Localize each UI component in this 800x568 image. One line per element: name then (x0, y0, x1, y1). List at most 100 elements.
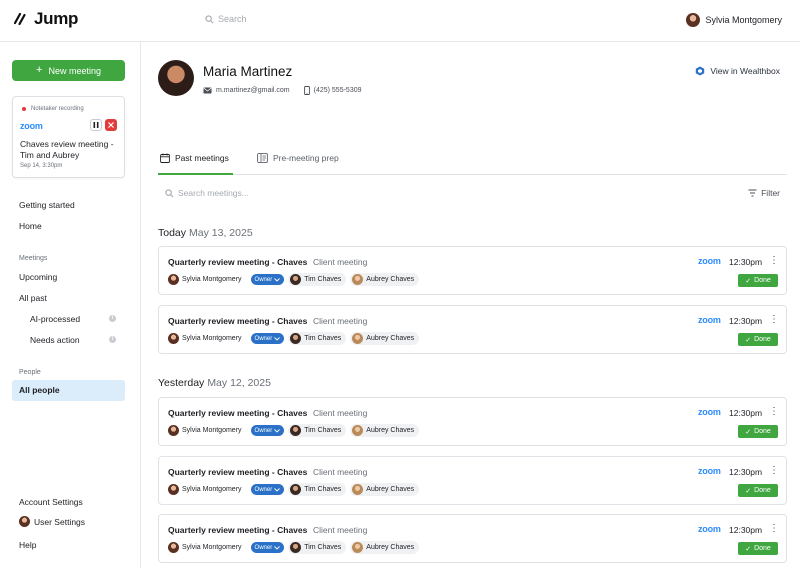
more-options-icon[interactable]: ⋮ (769, 466, 779, 476)
status-label: Done (754, 428, 771, 435)
profile-phone[interactable]: (425) 555-5309 (303, 86, 362, 95)
chevron-down-icon (274, 336, 281, 341)
attendee-chip[interactable]: Tim Chaves (288, 541, 347, 554)
profile-avatar (158, 60, 194, 96)
info-icon[interactable]: i (109, 336, 116, 343)
view-in-wealthbox-label: View in Wealthbox (710, 66, 780, 76)
attendee-chip[interactable]: Aubrey Chaves (350, 541, 420, 554)
attendee-chip[interactable]: Aubrey Chaves (350, 332, 420, 345)
profile-email[interactable]: m.martinez@gmail.com (203, 87, 290, 94)
meeting-type: Client meeting (313, 257, 368, 267)
plus-icon: + (36, 64, 43, 76)
meeting-type: Client meeting (313, 408, 368, 418)
meeting-attendees: Sylvia Montgomery Owner Tim Chaves Aubrey C… (168, 424, 420, 437)
chevron-down-icon (274, 487, 281, 492)
more-options-icon[interactable]: ⋮ (769, 256, 779, 266)
status-label: Done (754, 336, 771, 343)
attendee-chip[interactable]: Aubrey Chaves (350, 424, 420, 437)
nav-help[interactable]: Help (19, 540, 36, 550)
meeting-title: Quarterly review meeting - Chaves (168, 467, 308, 477)
nav-all-people[interactable]: All people (12, 380, 125, 401)
user-avatar (686, 13, 701, 27)
meeting-title: Quarterly review meeting - Chaves (168, 316, 308, 326)
user-menu[interactable]: Sylvia Montgomery (686, 13, 782, 27)
search-icon (205, 14, 214, 23)
filter-icon (748, 189, 757, 197)
meeting-card[interactable]: Quarterly review meeting - Chaves Client … (158, 397, 787, 446)
nav-user-settings[interactable]: User Settings (19, 516, 85, 527)
meeting-time: 12:30pm (729, 408, 763, 418)
pause-icon (93, 122, 99, 128)
tab-past-meetings[interactable]: Past meetings (160, 153, 229, 163)
meeting-type: Client meeting (313, 525, 368, 535)
meeting-search-input[interactable]: Search meetings... (165, 188, 249, 198)
phone-icon (303, 86, 310, 95)
meeting-card[interactable]: Quarterly review meeting - Chaves Client … (158, 246, 787, 295)
group-heading-today: Today May 13, 2025 (158, 227, 253, 239)
active-tab-indicator (158, 173, 233, 175)
owner-role-dropdown[interactable]: Owner (250, 274, 285, 285)
attendee-avatar (352, 484, 364, 495)
profile-tabs: Past meetings Pre-meeting prep (158, 147, 787, 175)
nav-needs-action[interactable]: Needs action (30, 335, 80, 345)
attendee-avatar (168, 542, 179, 553)
global-search-input[interactable]: Search (205, 14, 247, 24)
search-icon (165, 188, 174, 197)
group-label: Yesterday (158, 377, 205, 389)
nav-account-settings[interactable]: Account Settings (19, 497, 83, 507)
attendee-chip[interactable]: Tim Chaves (288, 332, 347, 345)
owner-role-dropdown[interactable]: Owner (250, 333, 285, 344)
attendee-name: Sylvia Montgomery (182, 276, 242, 283)
new-meeting-button[interactable]: + New meeting (12, 60, 125, 81)
recording-card[interactable]: Notetaker recording zoom Chaves review m… (12, 96, 125, 178)
nav-all-past[interactable]: All past (19, 293, 47, 303)
owner-role-dropdown[interactable]: Owner (250, 425, 285, 436)
more-options-icon[interactable]: ⋮ (769, 407, 779, 417)
meetings-section-label: Meetings (19, 255, 48, 262)
attendee-chip[interactable]: Tim Chaves (288, 483, 347, 496)
close-icon (108, 122, 114, 128)
meeting-card[interactable]: Quarterly review meeting - Chaves Client … (158, 456, 787, 505)
nav-ai-processed[interactable]: AI-processed (30, 314, 80, 324)
owner-role-label: Owner (254, 335, 273, 342)
attendee-name: Sylvia Montgomery (182, 335, 242, 342)
more-options-icon[interactable]: ⋮ (769, 524, 779, 534)
pause-button[interactable] (90, 119, 102, 131)
top-bar: Jump Search Sylvia Montgomery (0, 0, 800, 42)
meeting-card[interactable]: Quarterly review meeting - Chaves Client … (158, 305, 787, 354)
owner-role-dropdown[interactable]: Owner (250, 542, 285, 553)
nav-home[interactable]: Home (19, 221, 42, 231)
view-in-wealthbox-link[interactable]: View in Wealthbox (695, 66, 780, 76)
attendee-chip[interactable]: Tim Chaves (288, 424, 347, 437)
attendee-avatar (352, 425, 364, 436)
attendee-host: Sylvia Montgomery (168, 273, 247, 286)
attendee-chip[interactable]: Aubrey Chaves (350, 483, 420, 496)
nav-upcoming[interactable]: Upcoming (19, 272, 57, 282)
recording-controls (90, 119, 117, 131)
stop-recording-button[interactable] (105, 119, 117, 131)
attendee-host: Sylvia Montgomery (168, 483, 247, 496)
zoom-logo-icon: zoom (698, 407, 721, 417)
status-badge: ✓ Done (738, 484, 778, 497)
zoom-logo-icon: zoom (698, 524, 721, 534)
meeting-card[interactable]: Quarterly review meeting - Chaves Client … (158, 514, 787, 563)
nav-getting-started[interactable]: Getting started (19, 200, 75, 210)
owner-role-label: Owner (254, 427, 273, 434)
info-icon[interactable]: i (109, 315, 116, 322)
status-label: Done (754, 487, 771, 494)
attendee-chip[interactable]: Aubrey Chaves (350, 273, 420, 286)
mail-icon (203, 87, 212, 94)
owner-role-dropdown[interactable]: Owner (250, 484, 285, 495)
attendee-avatar (290, 484, 302, 495)
tab-pre-meeting-prep-label: Pre-meeting prep (273, 153, 339, 163)
filter-button[interactable]: Filter (748, 188, 780, 198)
tab-pre-meeting-prep[interactable]: Pre-meeting prep (257, 153, 339, 163)
meeting-time: 12:30pm (729, 467, 763, 477)
more-options-icon[interactable]: ⋮ (769, 315, 779, 325)
app-logo[interactable]: Jump (14, 9, 78, 29)
check-icon: ✓ (745, 487, 752, 495)
wealthbox-icon (696, 66, 705, 76)
profile-phone-text: (425) 555-5309 (313, 87, 362, 94)
attendee-avatar (168, 484, 179, 495)
attendee-chip[interactable]: Tim Chaves (288, 273, 347, 286)
